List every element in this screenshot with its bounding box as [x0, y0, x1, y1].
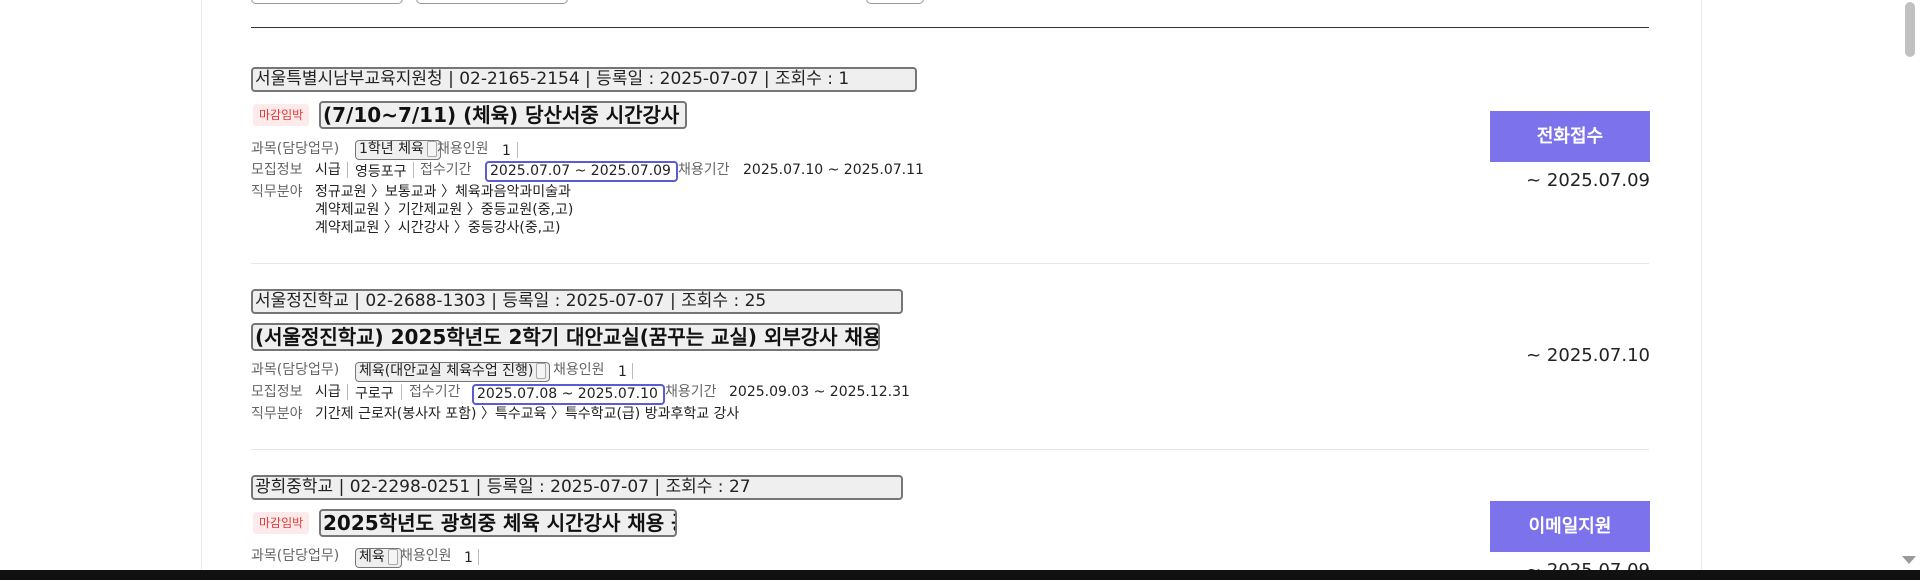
job-field-label: 직무분야: [251, 406, 303, 422]
separator: [413, 162, 414, 178]
district: 영등포구: [355, 164, 407, 180]
filter-select-1[interactable]: [251, 0, 403, 4]
employ-period-label: 채용기간: [665, 384, 717, 400]
deadline-date: ~ 2025.07.09: [1526, 170, 1650, 191]
recruit-info-label: 모집정보: [251, 384, 303, 400]
apply-period-label: 접수기간: [409, 384, 461, 400]
job-field-item: 계약제교원 〉시간강사 〉중등강사(중,고): [315, 220, 561, 236]
separator: [632, 363, 633, 379]
item-divider: [251, 449, 1649, 450]
subject-chip: 체육(대안교실 체육수업 진행): [355, 362, 551, 382]
item-divider: [251, 263, 1649, 264]
headcount-label: 채용인원: [437, 141, 489, 157]
job-meta: 서울특별시남부교육지원청 | 02-2165-2154 | 등록일 : 2025…: [251, 67, 917, 92]
deadline-soon-badge: 마감임박: [253, 512, 310, 534]
job-meta: 서울정진학교 | 02-2688-1303 | 등록일 : 2025-07-07…: [251, 289, 903, 314]
separator: [517, 142, 518, 158]
apply-period-value: 2025.07.08 ~ 2025.07.10: [472, 384, 665, 405]
employ-period-label: 채용기간: [678, 162, 730, 178]
headcount-label: 채용인원: [553, 362, 605, 378]
deadline-date: ~ 2025.07.10: [1526, 345, 1650, 366]
phone-apply-button[interactable]: 전화접수: [1490, 111, 1650, 162]
pay-type: 시급: [315, 384, 341, 400]
job-title-link[interactable]: (7/10~7/11) (체육) 당산서중 시간강사 채용: [319, 101, 687, 129]
headcount-value: 1: [502, 143, 511, 159]
job-meta: 광희중학교 | 02-2298-0251 | 등록일 : 2025-07-07 …: [251, 475, 903, 500]
district: 구로구: [355, 386, 394, 402]
email-apply-button[interactable]: 이메일지원: [1490, 501, 1650, 552]
filter-select-2[interactable]: [416, 0, 568, 4]
subject-chip: 체육: [355, 548, 402, 568]
separator: [478, 549, 479, 565]
separator: [347, 384, 348, 400]
list-header-divider: [251, 27, 1649, 28]
apply-period-value: 2025.07.07 ~ 2025.07.09: [485, 161, 678, 182]
headcount-value: 1: [618, 364, 627, 380]
subject-label: 과목(담당업무): [251, 362, 340, 378]
headcount-label: 채용인원: [400, 548, 452, 564]
employ-period-value: 2025.07.10 ~ 2025.07.11: [743, 162, 924, 178]
apply-period-label: 접수기간: [420, 162, 472, 178]
taskbar: [0, 570, 1920, 580]
job-field-item: 기간제 근로자(봉사자 포함) 〉특수교육 〉특수학교(급) 방과후학교 강사: [315, 406, 740, 422]
headcount-value: 1: [464, 550, 473, 566]
job-field-label: 직무분야: [251, 184, 303, 200]
vertical-scrollbar[interactable]: [1900, 0, 1920, 570]
job-title-link[interactable]: (서울정진학교) 2025학년도 2학기 대안교실(꿈꾸는 교실) 외부강사 채…: [251, 323, 880, 351]
deadline-soon-badge: 마감임박: [253, 104, 310, 126]
employ-period-value: 2025.09.03 ~ 2025.12.31: [729, 384, 910, 400]
pay-type: 시급: [315, 162, 341, 178]
search-button[interactable]: [866, 0, 924, 4]
job-field-item: 계약제교원 〉기간제교원 〉중등교원(중,고): [315, 202, 574, 218]
recruit-info-label: 모집정보: [251, 162, 303, 178]
separator: [401, 384, 402, 400]
separator: [347, 162, 348, 178]
subject-label: 과목(담당업무): [251, 548, 340, 564]
job-title-link[interactable]: 2025학년도 광희중 체육 시간강사 채용 공고: [319, 509, 677, 537]
subject-chip: 1학년 체육: [355, 140, 441, 160]
scroll-down-arrow-icon[interactable]: [1902, 556, 1916, 564]
subject-label: 과목(담당업무): [251, 141, 340, 157]
scrollbar-thumb[interactable]: [1905, 2, 1915, 57]
job-field-item: 정규교원 〉보통교과 〉체육과음악과미술과: [315, 184, 571, 200]
